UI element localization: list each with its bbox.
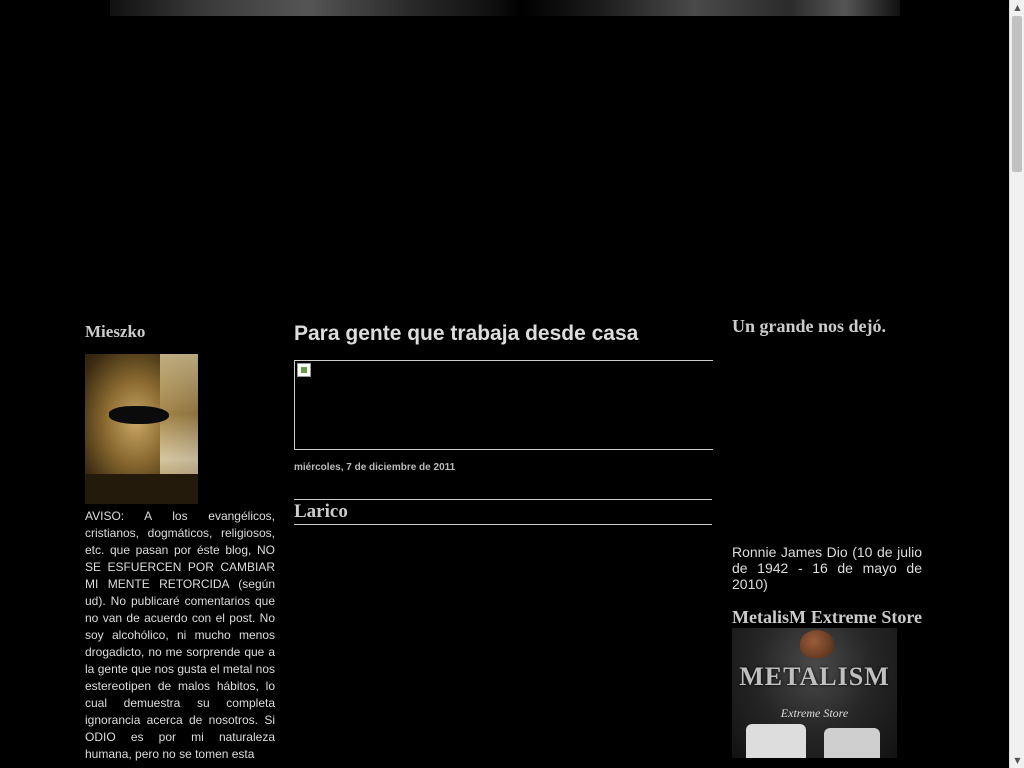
profile-title: Mieszko: [85, 322, 146, 341]
post-title[interactable]: Larico: [294, 499, 712, 525]
scroll-up-icon[interactable]: ▲: [1010, 0, 1024, 15]
dio-video-placeholder[interactable]: [732, 337, 922, 544]
left-sidebar: Mieszko AVISO: A los evangélicos, cristi…: [85, 318, 275, 763]
helmet-graphic: [800, 630, 834, 658]
right-sidebar: Un grande nos dejó. Ronnie James Dio (10…: [732, 314, 922, 758]
page-heading: Para gente que trabaja desde casa: [294, 322, 639, 345]
broken-image-icon: [297, 363, 311, 377]
profile-notice-text: AVISO: A los evangélicos, cristianos, do…: [85, 509, 275, 761]
header-image-broken[interactable]: [294, 360, 713, 450]
dio-widget-title: Un grande nos dejó.: [732, 316, 887, 336]
dio-caption: Ronnie James Dio (10 de julio de 1942 - …: [732, 544, 922, 592]
shirt-graphic: [824, 728, 880, 758]
store-banner-image[interactable]: METALISM Extreme Store: [732, 628, 897, 758]
vertical-scrollbar[interactable]: ▲ ▼: [1009, 0, 1024, 768]
store-logo: METALISM: [739, 662, 890, 691]
store-widget-title: MetalisM Extreme Store: [732, 607, 922, 627]
main-content: Para gente que trabaja desde casa miérco…: [294, 318, 713, 525]
shirt-graphic: [746, 724, 806, 758]
scrollbar-thumb[interactable]: [1012, 16, 1022, 172]
scroll-down-icon[interactable]: ▼: [1010, 753, 1024, 768]
store-subtitle: Extreme Store: [780, 706, 849, 720]
post-date: miércoles, 7 de diciembre de 2011: [294, 462, 456, 473]
header-banner: [110, 0, 900, 16]
profile-photo[interactable]: [85, 354, 198, 504]
